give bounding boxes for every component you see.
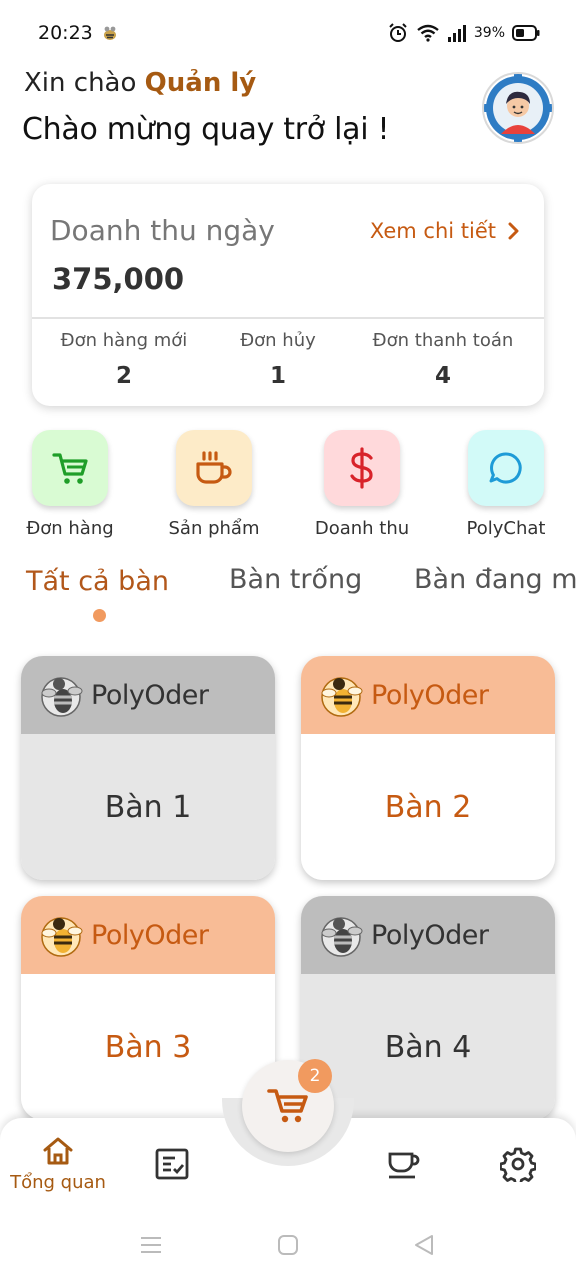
- status-time: 20:23: [38, 22, 93, 44]
- table-card-header: PolyOder: [301, 656, 555, 734]
- stat-paid-orders: Đơn thanh toán 4: [362, 330, 524, 389]
- view-detail-link[interactable]: Xem chi tiết: [370, 219, 520, 243]
- quick-action-label: Đơn hàng: [26, 518, 114, 539]
- stat-cancelled-orders: Đơn hủy 1: [228, 330, 328, 389]
- revenue-card: Doanh thu ngày Xem chi tiết 375,000 Đơn …: [32, 184, 544, 406]
- stat-value: 2: [115, 363, 132, 389]
- wifi-icon: [417, 24, 439, 42]
- table-card-4[interactable]: PolyOder Bàn 4: [301, 896, 555, 1120]
- quick-action-products[interactable]: Sản phẩm: [154, 430, 274, 539]
- battery-icon: [512, 25, 540, 41]
- divider: [32, 317, 544, 319]
- alarm-icon: [389, 23, 407, 42]
- quick-action-tile: [468, 430, 544, 506]
- greeting-user-role: Quản lý: [144, 68, 257, 98]
- home-icon: [43, 1137, 73, 1165]
- brand-name: PolyOder: [371, 679, 489, 711]
- battery-level: 39%: [473, 25, 505, 41]
- welcome-message: Chào mừng quay trở lại !: [22, 112, 390, 147]
- view-detail-label: Xem chi tiết: [369, 219, 496, 243]
- cart-icon: [267, 1089, 308, 1123]
- avatar[interactable]: [482, 72, 554, 144]
- bee-logo-icon: [41, 917, 83, 957]
- nav-orders-list[interactable]: [155, 1148, 189, 1180]
- quick-action-tile: [324, 430, 400, 506]
- quick-action-label: Sản phẩm: [168, 518, 260, 539]
- cart-count-badge: 2: [298, 1059, 332, 1093]
- gear-icon: [500, 1147, 536, 1182]
- stat-label: Đơn hủy: [240, 330, 316, 351]
- user-avatar-icon: [484, 74, 552, 142]
- table-card-header: PolyOder: [301, 896, 555, 974]
- dollar-icon: [350, 447, 373, 489]
- stat-label: Đơn thanh toán: [372, 330, 514, 351]
- quick-action-tile: [176, 430, 252, 506]
- home-button-icon[interactable]: [277, 1234, 299, 1256]
- greeting: Xin chào Quản lý: [24, 68, 256, 98]
- stat-value: 4: [434, 363, 451, 389]
- bee-logo-icon: [41, 677, 83, 717]
- quick-action-revenue[interactable]: Doanh thu: [302, 430, 422, 539]
- signal-icon: [447, 25, 466, 42]
- chevron-right-icon: [508, 222, 519, 240]
- cart-icon: [52, 453, 88, 484]
- table-filter-tabs: Tất cả bàn Bàn trống Bàn đang m: [0, 560, 576, 610]
- brand-name: PolyOder: [91, 919, 209, 951]
- brand-name: PolyOder: [91, 679, 209, 711]
- table-card-1[interactable]: PolyOder Bàn 1: [21, 656, 275, 880]
- greeting-prefix: Xin chào: [24, 68, 137, 98]
- checklist-icon: [155, 1148, 189, 1180]
- tab-empty-tables[interactable]: Bàn trống: [229, 564, 362, 595]
- revenue-value: 375,000: [52, 262, 185, 296]
- stat-new-orders: Đơn hàng mới 2: [54, 330, 194, 389]
- table-card-header: PolyOder: [21, 656, 275, 734]
- system-navigation-bar: [0, 1214, 576, 1280]
- table-card-2[interactable]: PolyOder Bàn 2: [301, 656, 555, 880]
- quick-action-label: PolyChat: [466, 518, 546, 539]
- revenue-title: Doanh thu ngày: [50, 214, 275, 247]
- active-tab-indicator: [93, 609, 106, 622]
- nav-products[interactable]: [386, 1146, 420, 1180]
- table-card-3[interactable]: PolyOder Bàn 3: [21, 896, 275, 1120]
- quick-action-polychat[interactable]: PolyChat: [446, 430, 566, 539]
- chat-icon: [489, 452, 522, 484]
- status-icons: 39%: [387, 22, 540, 44]
- stat-value: 1: [269, 363, 286, 389]
- nav-home-label: Tổng quan: [10, 1172, 106, 1193]
- table-card-header: PolyOder: [21, 896, 275, 974]
- bee-logo-icon: [321, 677, 363, 717]
- table-name: Bàn 1: [21, 734, 275, 880]
- quick-action-label: Doanh thu: [314, 518, 410, 539]
- brand-name: PolyOder: [371, 919, 489, 951]
- table-name: Bàn 2: [301, 734, 555, 880]
- coffee-icon: [196, 451, 232, 484]
- nav-settings[interactable]: [500, 1146, 536, 1182]
- quick-action-tile: [32, 430, 108, 506]
- menu-icon[interactable]: [140, 1236, 162, 1254]
- tab-all-tables[interactable]: Tất cả bàn: [26, 566, 169, 597]
- nav-home[interactable]: Tổng quan: [8, 1136, 108, 1193]
- coffee-cup-icon: [388, 1152, 420, 1179]
- quick-action-orders[interactable]: Đơn hàng: [10, 430, 130, 539]
- back-icon[interactable]: [413, 1234, 435, 1256]
- tab-occupied-tables[interactable]: Bàn đang m: [414, 564, 576, 595]
- status-bar: 20:23 39%: [0, 0, 576, 70]
- stat-label: Đơn hàng mới: [60, 330, 188, 351]
- bee-logo-icon: [321, 917, 363, 957]
- bee-notification-icon: [104, 26, 116, 40]
